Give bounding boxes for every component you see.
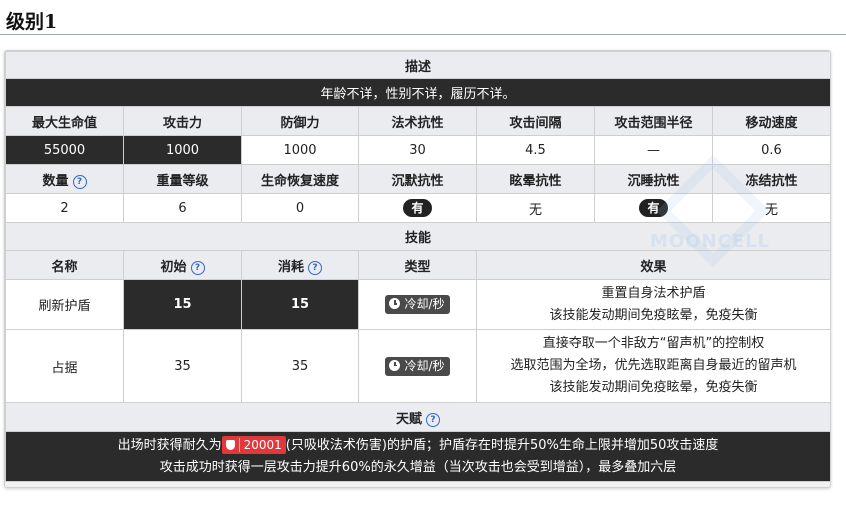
skill-col-cost: 消耗? [241,250,359,280]
skill-initial: 35 [123,329,242,403]
skill-type: 冷却/秒 [358,279,477,330]
description-text: 年龄不详，性别不详，履历不详。 [5,78,830,107]
stat-header-weight: 重量等级 [123,164,242,194]
skill-col-type: 类型 [358,250,477,280]
talent-line-1: 出场时获得耐久为 20001 (只吸收法术伤害)的护盾；护盾存在时提升50%生命上限… [7,435,830,457]
skill-col-initial: 初始? [123,250,242,280]
skill-cost: 15 [241,279,359,330]
talent-line-2: 攻击成功时获得一层攻击力提升60%的永久增益（当次攻击也会受到增益），最多叠加六… [159,459,677,475]
stat-value-silence-res: 有 [358,193,477,223]
stat-value-atk: 1000 [123,135,242,165]
stat-value-weight: 6 [123,193,242,223]
title-divider [0,34,846,35]
stat-value-max-hp: 55000 [5,135,124,165]
skill-col-cost-label: 消耗 [277,259,304,275]
watermark: MOONCELL [649,231,771,252]
stat-header-count: 数量? [5,164,124,194]
talent-text: 出场时获得耐久为 20001 (只吸收法术伤害)的护盾；护盾存在时提升50%生命上限… [5,431,830,482]
stat-value-res: 30 [358,135,477,165]
stat-header-max-hp: 最大生命值 [5,106,124,136]
skill-name: 刷新护盾 [5,279,124,330]
stat-header-interval: 攻击间隔 [476,106,595,136]
skill-type-label: 冷却/秒 [404,358,445,373]
stat-value-speed: 0.6 [712,135,830,165]
skill-initial: 15 [123,279,242,330]
skill-col-initial-label: 初始 [160,259,187,275]
stat-value-def: 1000 [241,135,359,165]
help-icon[interactable]: ? [426,412,440,427]
skill-name: 占据 [5,329,124,403]
stat-header-stun-res: 眩晕抗性 [476,164,595,194]
stat-value-count: 2 [5,193,124,223]
skill-effect-line: 该技能发动期间免疫眩晕，免疫失衡 [549,380,758,395]
skill-type-badge: 冷却/秒 [385,295,450,314]
enemy-info-panel: 描述 年龄不详，性别不详，履历不详。 最大生命值 攻击力 防御力 法术抗性 攻击… [4,50,831,488]
stat-header-res: 法术抗性 [358,106,477,136]
shield-value: 20001 [238,437,282,452]
resistance-badge: 有 [403,199,432,217]
help-icon[interactable]: ? [190,260,205,275]
clock-icon [389,298,401,309]
skill-type-badge: 冷却/秒 [385,356,450,376]
skill-type: 冷却/秒 [358,329,477,403]
skill-effect: 直接夺取一个非敌方“留声机”的控制权 选取范围为全场，优先选取距离自身最近的留声… [476,329,830,403]
skill-effect-line: 重置自身法术护盾 [601,285,706,301]
skill-type-label: 冷却/秒 [404,297,445,311]
stat-header-count-label: 数量 [42,173,69,189]
shield-badge: 20001 [221,435,286,454]
skill-effect-line: 直接夺取一个非敌方“留声机”的控制权 [542,336,765,351]
skill-col-name: 名称 [5,250,124,280]
stat-header-silence-res: 沉默抗性 [358,164,477,194]
stat-value-stun-res: 无 [476,193,595,223]
talent-line-1-after: (只吸收法术伤害)的护盾；护盾存在时提升50%生命上限并增加50攻击速度 [285,437,719,453]
skill-effect-line: 选取范围为全场，优先选取距离自身最近的留声机 [510,358,797,373]
shield-icon [225,439,235,450]
talent-header: 天赋? [5,402,830,432]
stat-value-range: — [594,135,713,165]
stat-header-def: 防御力 [241,106,359,136]
page-title: 级别1 [6,11,58,33]
enemy-info-table: 描述 年龄不详，性别不详，履历不详。 最大生命值 攻击力 防御力 法术抗性 攻击… [5,51,830,482]
talent-header-label: 天赋 [395,411,422,427]
clock-icon [389,359,401,371]
skill-cost: 35 [241,329,359,403]
skill-effect-line: 该技能发动期间免疫眩晕，免疫失衡 [549,307,758,323]
stat-value-regen: 0 [241,193,359,223]
talent-line-1-before: 出场时获得耐久为 [117,437,222,453]
help-icon[interactable]: ? [72,174,87,189]
stat-header-speed: 移动速度 [712,106,830,136]
stat-header-range: 攻击范围半径 [594,106,713,136]
skill-col-effect: 效果 [476,250,830,280]
help-icon[interactable]: ? [308,260,322,275]
stat-value-interval: 4.5 [476,135,595,165]
description-header: 描述 [5,51,830,79]
stat-header-regen: 生命恢复速度 [241,164,359,194]
skill-effect: 重置自身法术护盾 该技能发动期间免疫眩晕，免疫失衡 [476,279,830,330]
stat-header-atk: 攻击力 [123,106,242,136]
